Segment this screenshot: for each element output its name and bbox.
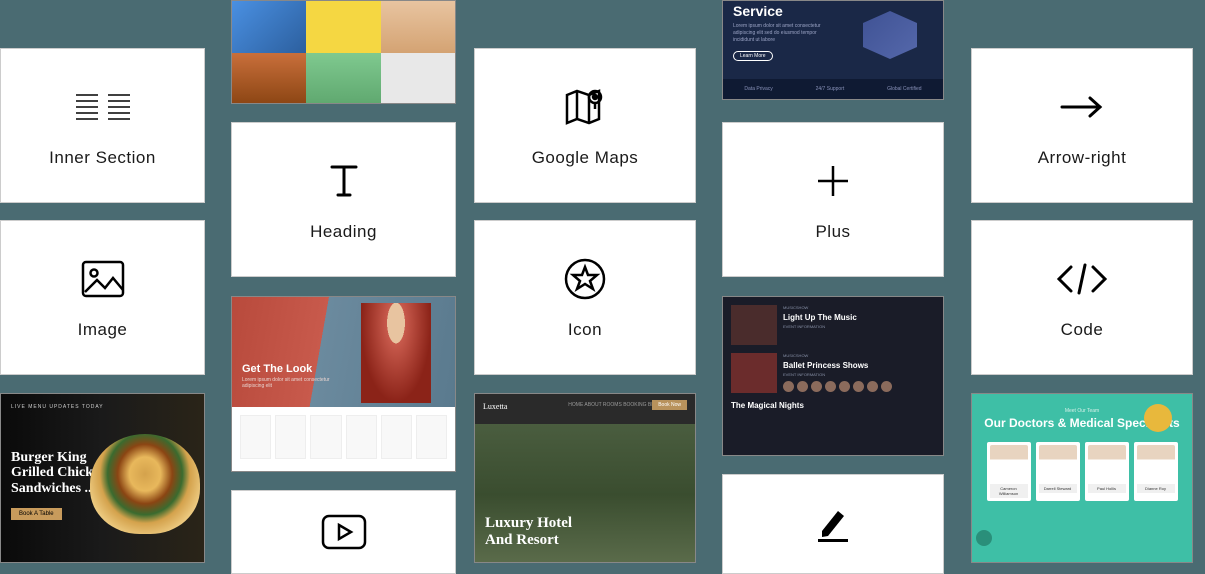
service-title: Service: [733, 3, 933, 19]
thumbnail-fashion[interactable]: Get The Look Lorem ipsum dolor sit amet …: [231, 296, 456, 472]
service-cta: Learn More: [733, 51, 773, 61]
doctors-row: Cameron Williamson Darrell Steward Paul …: [982, 442, 1182, 501]
model-image: [361, 303, 431, 403]
avatars: [783, 381, 935, 392]
maps-icon: [563, 84, 607, 130]
hero-title: Luxury HotelAnd Resort: [485, 515, 572, 548]
blob-shape: [976, 530, 992, 546]
event-info: EVENT INFORMATION: [783, 372, 935, 377]
heading-icon: [324, 158, 364, 204]
widget-label: Heading: [310, 222, 377, 242]
widget-label: Arrow-right: [1038, 148, 1127, 168]
thumbnail-events[interactable]: MUSICSHOW Light Up The Music EVENT INFOR…: [722, 296, 944, 456]
cta-button: Book A Table: [11, 508, 62, 520]
widget-edit[interactable]: [722, 474, 944, 574]
widget-image[interactable]: Image: [0, 220, 205, 375]
video-icon: [321, 509, 367, 555]
arrow-right-icon: [1060, 84, 1104, 130]
widget-icon[interactable]: Icon: [474, 220, 696, 375]
event-row: MUSICSHOW Ballet Princess Shows EVENT IN…: [731, 353, 935, 393]
nav-text: LIVE MENU UPDATES TODAY: [11, 404, 194, 410]
service-footer: Data Privacy24/7 SupportGlobal Certified: [723, 79, 943, 99]
event-cat: MUSICSHOW: [783, 305, 935, 310]
thumbnail-collage[interactable]: [231, 0, 456, 104]
widget-label: Image: [78, 320, 128, 340]
hero-section: Get The Look Lorem ipsum dolor sit amet …: [232, 297, 455, 407]
event-cat: MUSICSHOW: [783, 353, 935, 358]
widget-heading[interactable]: Heading: [231, 122, 456, 277]
event-info: EVENT INFORMATION: [783, 324, 935, 329]
widget-code[interactable]: Code: [971, 220, 1193, 375]
inner-section-icon: [76, 84, 130, 130]
event-image: [731, 353, 777, 393]
thumbnail-medical[interactable]: Meet Our Team Our Doctors & Medical Spec…: [971, 393, 1193, 563]
widget-label: Code: [1061, 320, 1104, 340]
event-row: MUSICSHOW Light Up The Music EVENT INFOR…: [731, 305, 935, 345]
widget-plus[interactable]: Plus: [722, 122, 944, 277]
widget-google-maps[interactable]: Google Maps: [474, 48, 696, 203]
code-icon: [1055, 256, 1109, 302]
event-image: [731, 305, 777, 345]
image-grid: [232, 1, 455, 104]
widget-label: Plus: [815, 222, 850, 242]
product-row: [232, 407, 455, 467]
event-title: Light Up The Music: [783, 313, 935, 322]
thumbnail-hotel[interactable]: Luxetta HOME ABOUT ROOMS BOOKING BLOG CO…: [474, 393, 696, 563]
widget-inner-section[interactable]: Inner Section: [0, 48, 205, 203]
star-icon: [563, 256, 607, 302]
burger-image: [90, 434, 200, 534]
event-title: The Magical Nights: [731, 401, 935, 410]
widget-arrow-right[interactable]: Arrow-right: [971, 48, 1193, 203]
event-title: Ballet Princess Shows: [783, 361, 935, 370]
blob-shape: [1144, 404, 1172, 432]
hotel-logo: Luxetta: [483, 402, 507, 411]
widget-label: Google Maps: [532, 148, 639, 168]
widget-label: Inner Section: [49, 148, 156, 168]
thumbnail-restaurant[interactable]: LIVE MENU UPDATES TODAY Burger KingGrill…: [0, 393, 205, 563]
thumbnail-service[interactable]: Service Lorem ipsum dolor sit amet conse…: [722, 0, 944, 100]
widget-video[interactable]: [231, 490, 456, 574]
service-text: Lorem ipsum dolor sit amet consectetur a…: [733, 23, 833, 44]
image-icon: [81, 256, 125, 302]
hero-text: Lorem ipsum dolor sit amet consectetur a…: [242, 377, 344, 389]
event-row: The Magical Nights: [731, 401, 935, 412]
plus-icon: [816, 158, 850, 204]
pencil-icon: [816, 501, 850, 547]
book-button: Book Now: [652, 400, 687, 410]
widget-label: Icon: [568, 320, 602, 340]
